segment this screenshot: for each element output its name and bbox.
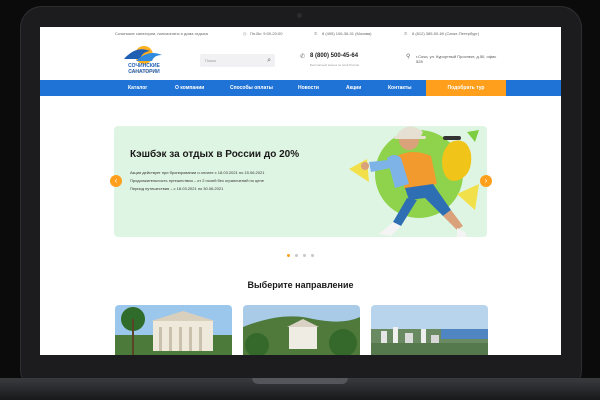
destination-card[interactable] [371, 305, 488, 355]
phone-note: Бесплатный звонок по всей России [310, 63, 360, 67]
nav-item-payment[interactable]: Способы оплаты [230, 85, 273, 91]
phone-icon: ✆ [314, 31, 318, 36]
location-pin-icon: ⚲ [406, 54, 411, 60]
working-hours: Пн-Вс: 9:00-20:00 [250, 31, 283, 36]
slide-text-line: Период путешествия – с 18.03.2021 по 30.… [130, 186, 224, 191]
nav-item-news[interactable]: Новости [298, 85, 319, 91]
phone-icon: ✆ [404, 31, 408, 36]
top-info-bar: Сочинские санатории, пансионаты и дома о… [40, 27, 561, 39]
destination-photo [243, 305, 360, 355]
destination-card[interactable] [243, 305, 360, 355]
laptop-bezel: Сочинские санатории, пансионаты и дома о… [0, 0, 600, 400]
main-phone[interactable]: 8 (800) 500-45-64 [310, 53, 358, 59]
slide-text-line: Акция действует при бронировании и оплат… [130, 170, 265, 175]
destination-photo [115, 305, 232, 355]
promo-slide[interactable]: Кэшбэк за отдых в России до 20% Акция де… [114, 126, 487, 237]
search-input[interactable]: Поиск ⌕ [200, 54, 275, 67]
main-nav: Каталог О компании Способы оплаты Новост… [40, 80, 561, 96]
search-placeholder: Поиск [205, 58, 217, 63]
search-icon[interactable]: ⌕ [267, 56, 271, 65]
slider-dot[interactable] [303, 254, 306, 257]
camera [297, 13, 302, 18]
section-title: Выберите направление [247, 280, 354, 290]
destination-card[interactable] [115, 305, 232, 355]
nav-item-promos[interactable]: Акции [346, 85, 361, 91]
logo-subtitle: санатории, пансионаты [130, 70, 158, 73]
phone-spb[interactable]: 8 (812) 385-50-69 (Санкт-Петербург) [412, 31, 479, 36]
nav-item-contacts[interactable]: Контакты [388, 85, 412, 91]
nav-item-about[interactable]: О компании [175, 85, 204, 91]
slider-dot[interactable] [295, 254, 298, 257]
slider-dot[interactable] [287, 254, 290, 257]
browser-viewport: Сочинские санатории, пансионаты и дома о… [40, 27, 561, 355]
traveler-illustration [349, 126, 479, 237]
pick-tour-button[interactable]: Подобрать тур [426, 80, 506, 96]
logo[interactable]: СОЧИНСКИЕ САНАТОРИИ санатории, пансионат… [114, 43, 174, 75]
phone-moscow[interactable]: 8 (495) 106-36-01 (Москва) [322, 31, 371, 36]
laptop-notch [252, 378, 348, 384]
nav-item-catalog[interactable]: Каталог [128, 85, 147, 91]
slide-title: Кэшбэк за отдых в России до 20% [130, 149, 300, 160]
slider-dots [287, 254, 327, 259]
destination-photo [371, 305, 488, 355]
tagline: Сочинские санатории, пансионаты и дома о… [115, 31, 208, 36]
wave-logo-icon [124, 46, 162, 64]
slider-prev-button[interactable]: ‹ [110, 175, 122, 187]
office-address: г.Сочи, ул. Курортный Проспект, д.50, оф… [416, 54, 497, 64]
slider-dot[interactable] [311, 254, 314, 257]
slider-next-button[interactable]: › [480, 175, 492, 187]
logo-name: СОЧИНСКИЕ САНАТОРИИ [128, 63, 160, 75]
clock-icon: ◷ [243, 31, 247, 36]
slide-text-line: Продолжительность путешествия – от 2 ноч… [130, 178, 264, 183]
phone-icon: ✆ [300, 54, 306, 60]
